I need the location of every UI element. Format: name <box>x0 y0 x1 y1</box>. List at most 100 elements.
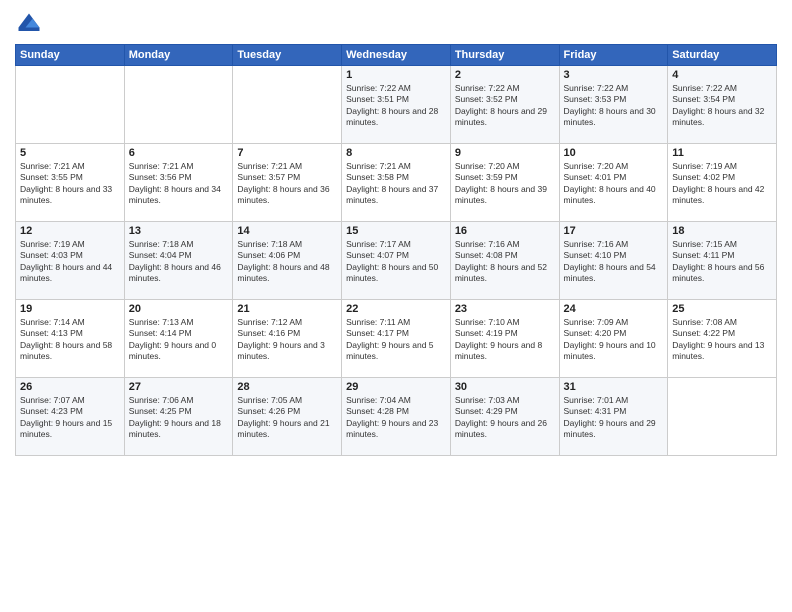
calendar-cell: 2Sunrise: 7:22 AMSunset: 3:52 PMDaylight… <box>450 66 559 144</box>
day-info: Sunrise: 7:19 AMSunset: 4:02 PMDaylight:… <box>672 161 772 207</box>
day-number: 29 <box>346 381 446 393</box>
calendar-page: SundayMondayTuesdayWednesdayThursdayFrid… <box>0 0 792 612</box>
calendar-cell <box>16 66 125 144</box>
header-day-sunday: Sunday <box>16 45 125 66</box>
day-number: 26 <box>20 381 120 393</box>
calendar-cell: 18Sunrise: 7:15 AMSunset: 4:11 PMDayligh… <box>668 222 777 300</box>
day-info: Sunrise: 7:10 AMSunset: 4:19 PMDaylight:… <box>455 317 555 363</box>
header-day-friday: Friday <box>559 45 668 66</box>
day-number: 24 <box>564 303 664 315</box>
day-number: 19 <box>20 303 120 315</box>
calendar-table: SundayMondayTuesdayWednesdayThursdayFrid… <box>15 44 777 456</box>
calendar-cell: 25 Sunrise: 7:08 AMSunset: 4:22 PMDayligh… <box>668 300 777 378</box>
day-number: 28 <box>237 381 337 393</box>
calendar-cell: 7 Sunrise: 7:21 AMSunset: 3:57 PMDaylight… <box>233 144 342 222</box>
logo <box>15 10 47 38</box>
day-number: 15 <box>346 225 446 237</box>
day-info: Sunrise: 7:07 AMSunset: 4:23 PMDaylight:… <box>20 395 120 441</box>
day-number: 1 <box>346 69 446 81</box>
calendar-cell: 6 Sunrise: 7:21 AMSunset: 3:56 PMDaylight… <box>124 144 233 222</box>
day-info: Sunrise: 7:20 AMSunset: 3:59 PMDaylight:… <box>455 161 555 207</box>
calendar-cell: 12 Sunrise: 7:19 AMSunset: 4:03 PMDayligh… <box>16 222 125 300</box>
day-number: 8 <box>346 147 446 159</box>
day-number: 23 <box>455 303 555 315</box>
header-day-monday: Monday <box>124 45 233 66</box>
day-info: Sunrise: 7:06 AMSunset: 4:25 PMDaylight:… <box>129 395 229 441</box>
day-info: Sunrise: 7:22 AMSunset: 3:54 PMDaylight:… <box>672 83 772 129</box>
day-number: 16 <box>455 225 555 237</box>
day-info: Sunrise: 7:13 AMSunset: 4:14 PMDaylight:… <box>129 317 229 363</box>
day-number: 3 <box>564 69 664 81</box>
day-number: 21 <box>237 303 337 315</box>
day-info: Sunrise: 7:20 AMSunset: 4:01 PMDaylight:… <box>564 161 664 207</box>
header-row: SundayMondayTuesdayWednesdayThursdayFrid… <box>16 45 777 66</box>
header-day-thursday: Thursday <box>450 45 559 66</box>
day-info: Sunrise: 7:21 AMSunset: 3:57 PMDaylight:… <box>237 161 337 207</box>
day-number: 14 <box>237 225 337 237</box>
calendar-cell: 8 Sunrise: 7:21 AMSunset: 3:58 PMDaylight… <box>342 144 451 222</box>
header-day-saturday: Saturday <box>668 45 777 66</box>
calendar-cell: 17 Sunrise: 7:16 AMSunset: 4:10 PMDayligh… <box>559 222 668 300</box>
day-number: 6 <box>129 147 229 159</box>
calendar-cell: 21 Sunrise: 7:12 AMSunset: 4:16 PMDayligh… <box>233 300 342 378</box>
day-info: Sunrise: 7:21 AMSunset: 3:55 PMDaylight:… <box>20 161 120 207</box>
calendar-cell: 11 Sunrise: 7:19 AMSunset: 4:02 PMDayligh… <box>668 144 777 222</box>
week-row-1: 1 Sunrise: 7:22 AMSunset: 3:51 PMDaylight… <box>16 66 777 144</box>
day-info: Sunrise: 7:14 AMSunset: 4:13 PMDaylight:… <box>20 317 120 363</box>
calendar-cell: 4 Sunrise: 7:22 AMSunset: 3:54 PMDaylight… <box>668 66 777 144</box>
day-number: 31 <box>564 381 664 393</box>
calendar-cell: 13 Sunrise: 7:18 AMSunset: 4:04 PMDayligh… <box>124 222 233 300</box>
day-number: 30 <box>455 381 555 393</box>
day-number: 10 <box>564 147 664 159</box>
day-info: Sunrise: 7:18 AMSunset: 4:04 PMDaylight:… <box>129 239 229 285</box>
day-info: Sunrise: 7:15 AMSunset: 4:11 PMDaylight:… <box>672 239 772 285</box>
day-info: Sunrise: 7:16 AMSunset: 4:08 PMDaylight:… <box>455 239 555 285</box>
calendar-cell: 15 Sunrise: 7:17 AMSunset: 4:07 PMDayligh… <box>342 222 451 300</box>
day-number: 25 <box>672 303 772 315</box>
calendar-cell: 3 Sunrise: 7:22 AMSunset: 3:53 PMDaylight… <box>559 66 668 144</box>
day-number: 9 <box>455 147 555 159</box>
day-info: Sunrise: 7:21 AMSunset: 3:58 PMDaylight:… <box>346 161 446 207</box>
day-number: 27 <box>129 381 229 393</box>
calendar-cell: 23 Sunrise: 7:10 AMSunset: 4:19 PMDayligh… <box>450 300 559 378</box>
day-info: Sunrise: 7:11 AMSunset: 4:17 PMDaylight:… <box>346 317 446 363</box>
day-number: 22 <box>346 303 446 315</box>
calendar-cell <box>233 66 342 144</box>
day-info: Sunrise: 7:01 AMSunset: 4:31 PMDaylight:… <box>564 395 664 441</box>
day-info: Sunrise: 7:08 AMSunset: 4:22 PMDaylight:… <box>672 317 772 363</box>
week-row-3: 12 Sunrise: 7:19 AMSunset: 4:03 PMDayligh… <box>16 222 777 300</box>
calendar-cell: 22 Sunrise: 7:11 AMSunset: 4:17 PMDayligh… <box>342 300 451 378</box>
day-number: 12 <box>20 225 120 237</box>
header-day-tuesday: Tuesday <box>233 45 342 66</box>
day-number: 4 <box>672 69 772 81</box>
day-number: 17 <box>564 225 664 237</box>
day-number: 5 <box>20 147 120 159</box>
day-info: Sunrise: 7:17 AMSunset: 4:07 PMDaylight:… <box>346 239 446 285</box>
day-number: 7 <box>237 147 337 159</box>
day-info: Sunrise: 7:21 AMSunset: 3:56 PMDaylight:… <box>129 161 229 207</box>
day-info: Sunrise: 7:22 AMSunset: 3:51 PMDaylight:… <box>346 83 446 129</box>
calendar-cell <box>124 66 233 144</box>
day-info: Sunrise: 7:12 AMSunset: 4:16 PMDaylight:… <box>237 317 337 363</box>
calendar-cell: 16 Sunrise: 7:16 AMSunset: 4:08 PMDayligh… <box>450 222 559 300</box>
day-number: 20 <box>129 303 229 315</box>
logo-icon <box>15 10 43 38</box>
day-info: Sunrise: 7:16 AMSunset: 4:10 PMDaylight:… <box>564 239 664 285</box>
calendar-cell: 24Sunrise: 7:09 AMSunset: 4:20 PMDayligh… <box>559 300 668 378</box>
calendar-cell <box>668 378 777 456</box>
calendar-cell: 31 Sunrise: 7:01 AMSunset: 4:31 PMDayligh… <box>559 378 668 456</box>
calendar-cell: 10 Sunrise: 7:20 AMSunset: 4:01 PMDayligh… <box>559 144 668 222</box>
week-row-2: 5 Sunrise: 7:21 AMSunset: 3:55 PMDaylight… <box>16 144 777 222</box>
day-info: Sunrise: 7:05 AMSunset: 4:26 PMDaylight:… <box>237 395 337 441</box>
day-info: Sunrise: 7:19 AMSunset: 4:03 PMDaylight:… <box>20 239 120 285</box>
day-info: Sunrise: 7:22 AMSunset: 3:53 PMDaylight:… <box>564 83 664 129</box>
calendar-cell: 1 Sunrise: 7:22 AMSunset: 3:51 PMDaylight… <box>342 66 451 144</box>
calendar-cell: 30 Sunrise: 7:03 AMSunset: 4:29 PMDayligh… <box>450 378 559 456</box>
day-number: 13 <box>129 225 229 237</box>
calendar-cell: 19 Sunrise: 7:14 AMSunset: 4:13 PMDayligh… <box>16 300 125 378</box>
calendar-cell: 28 Sunrise: 7:05 AMSunset: 4:26 PMDayligh… <box>233 378 342 456</box>
calendar-cell: 26 Sunrise: 7:07 AMSunset: 4:23 PMDayligh… <box>16 378 125 456</box>
day-number: 11 <box>672 147 772 159</box>
week-row-4: 19 Sunrise: 7:14 AMSunset: 4:13 PMDayligh… <box>16 300 777 378</box>
day-info: Sunrise: 7:03 AMSunset: 4:29 PMDaylight:… <box>455 395 555 441</box>
